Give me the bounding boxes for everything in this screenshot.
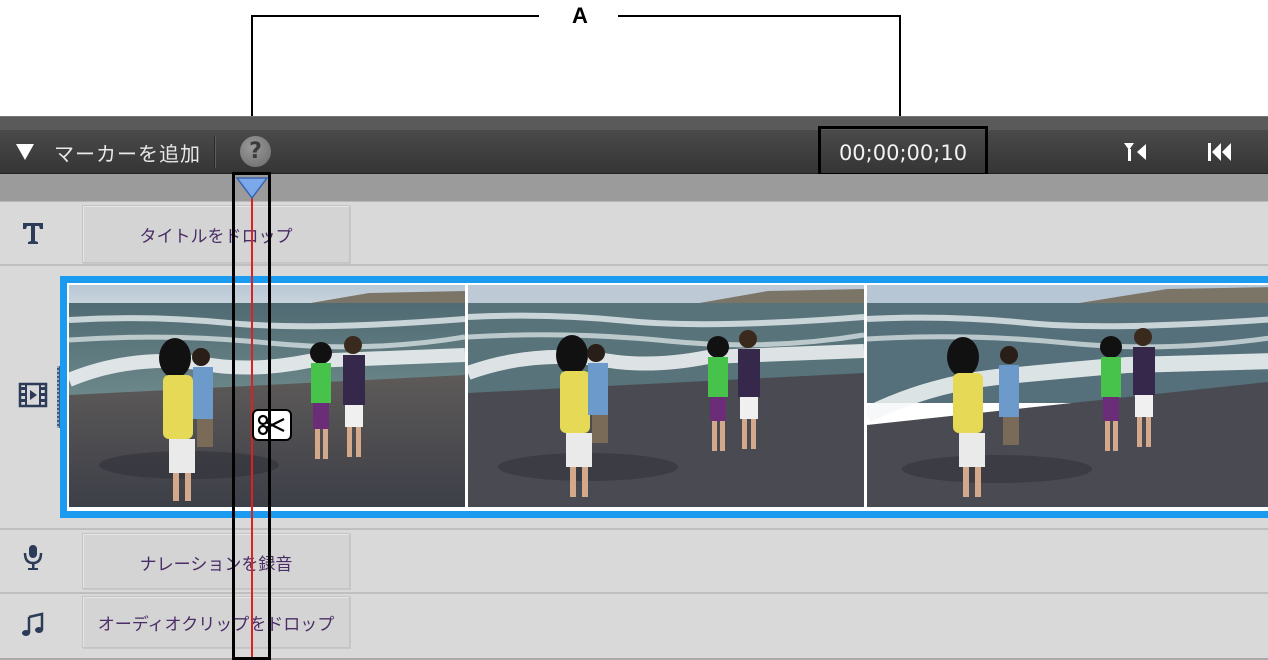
marker-icon bbox=[16, 144, 34, 160]
title-drop-zone[interactable]: タイトルをドロップ bbox=[82, 205, 350, 263]
go-to-start-icon[interactable] bbox=[1202, 138, 1236, 166]
add-marker-label: マーカーを追加 bbox=[54, 141, 201, 166]
callout-label: A bbox=[572, 3, 588, 28]
callout-line-right-vertical bbox=[899, 15, 901, 128]
narration-track: ナレーションを録音 bbox=[0, 530, 1268, 594]
timeline-ruler[interactable] bbox=[0, 174, 1268, 202]
film-icon bbox=[16, 378, 50, 412]
clip-frame-3 bbox=[867, 285, 1268, 507]
audio-drop-label: オーディオクリップをドロップ bbox=[97, 615, 335, 635]
toolbar-divider bbox=[214, 136, 215, 168]
question-mark-icon[interactable]: ? bbox=[240, 136, 271, 167]
audio-track: オーディオクリップをドロップ bbox=[0, 594, 1268, 660]
add-marker-button[interactable]: マーカーを追加 bbox=[8, 134, 201, 170]
music-note-icon bbox=[16, 608, 50, 642]
panel-top-strip bbox=[0, 116, 1268, 130]
clip-frame-2 bbox=[468, 285, 864, 507]
trim-to-playhead-icon[interactable] bbox=[1119, 138, 1153, 166]
playhead-highlight-box bbox=[232, 172, 271, 660]
callout-line-right-horizontal bbox=[618, 15, 901, 17]
audio-drop-zone[interactable]: オーディオクリップをドロップ bbox=[82, 596, 350, 648]
callout-line-left-horizontal bbox=[251, 15, 539, 17]
title-track: タイトルをドロップ bbox=[0, 202, 1268, 266]
timeline-toolbar: マーカーを追加 ? 00;00;00;10 bbox=[0, 130, 1268, 174]
timecode-highlight-box bbox=[818, 126, 988, 176]
narration-record-zone[interactable]: ナレーションを録音 bbox=[82, 533, 350, 589]
title-T-icon bbox=[16, 216, 50, 250]
microphone-icon bbox=[16, 540, 50, 574]
